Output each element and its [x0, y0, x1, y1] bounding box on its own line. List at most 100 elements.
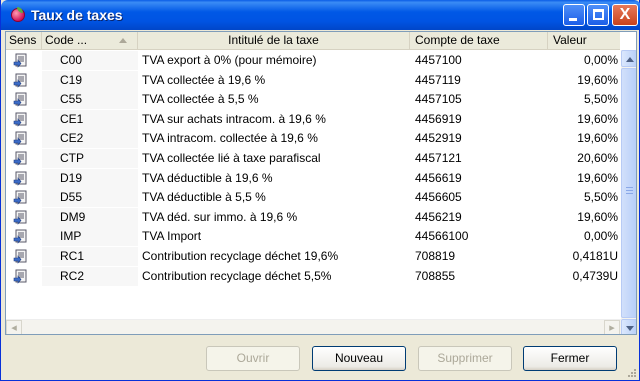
cell-label: TVA intracom. collectée à 19,6 %	[142, 131, 318, 146]
tax-direction-icon	[13, 53, 29, 68]
table-row[interactable]: RC1 Contribution recyclage déchet 19,6% 70…	[6, 247, 620, 266]
close-icon: X	[619, 6, 631, 23]
table-row[interactable]: C19 TVA collectée à 19,6 % 4457119 19,60%	[6, 70, 620, 90]
column-header-value[interactable]: Valeur	[548, 32, 620, 50]
resize-grip-icon[interactable]	[627, 368, 637, 378]
tax-direction-icon	[13, 151, 29, 166]
cell-label: Contribution recyclage déchet 19,6%	[142, 249, 339, 263]
scroll-left-button[interactable]: ◂	[6, 320, 22, 334]
table-row[interactable]: IMP TVA Import 44566100 0,00%	[6, 227, 620, 247]
table-row[interactable]: CTP TVA collectée lié à taxe parafiscal 44…	[6, 149, 620, 168]
cell-code: DM9	[42, 207, 138, 227]
column-header-label[interactable]: Intitulé de la taxe	[138, 32, 410, 50]
tax-direction-icon	[13, 171, 29, 186]
maximize-button[interactable]	[587, 4, 609, 26]
delete-button[interactable]: Supprimer	[418, 346, 512, 371]
cell-account: 4456605	[415, 190, 462, 205]
tax-direction-icon	[13, 249, 29, 264]
cell-value: 5,50%	[583, 92, 618, 107]
table-row[interactable]: CE2 TVA intracom. collectée à 19,6 % 44529…	[6, 129, 620, 149]
cell-account: 4456219	[415, 209, 462, 224]
cell-account: 4452919	[415, 131, 462, 146]
cell-code: RC1	[42, 247, 138, 266]
table-row[interactable]: C00 TVA export à 0% (pour mémoire) 4457100…	[6, 51, 620, 70]
cell-label: TVA collectée à 5,5 %	[142, 92, 259, 107]
cell-code: C00	[42, 51, 138, 70]
title-bar[interactable]: Taux de taxes X	[1, 0, 640, 30]
cell-account: 44566100	[415, 229, 469, 244]
grip-line	[626, 190, 633, 191]
table-row[interactable]: C55 TVA collectée à 5,5 % 4457105 5,50%	[6, 90, 620, 110]
column-header-account[interactable]: Compte de taxe	[410, 32, 548, 50]
vertical-scrollbar[interactable]	[621, 50, 636, 334]
horizontal-scrollbar[interactable]: ◂ ▸	[6, 319, 621, 334]
arrow-left-icon: ◂	[11, 322, 17, 334]
grip-line	[626, 193, 633, 194]
table-row[interactable]: RC2 Contribution recyclage déchet 5,5% 708…	[6, 266, 620, 286]
open-button[interactable]: Ouvrir	[206, 346, 300, 371]
arrow-right-icon: ▸	[609, 322, 615, 334]
close-button[interactable]: Fermer	[523, 346, 617, 371]
table-row[interactable]: CE1 TVA sur achats intracom. à 19,6 % 4456…	[6, 109, 620, 129]
arrow-up-icon	[626, 57, 634, 62]
sort-ascending-icon	[119, 38, 127, 43]
cell-code: D55	[42, 188, 138, 208]
scroll-down-button[interactable]	[621, 319, 636, 334]
table-header: Sens Code ... Intitulé de la taxe Compte…	[6, 32, 620, 50]
table-row[interactable]: D55 TVA déductible à 5,5 % 4456605 5,50%	[6, 188, 620, 208]
tax-direction-icon	[13, 210, 29, 225]
cell-value: 19,60%	[577, 111, 618, 126]
minimize-button[interactable]	[563, 4, 585, 26]
cell-code: CE2	[42, 129, 138, 149]
cell-value: 0,4181U	[572, 249, 618, 263]
app-icon	[11, 7, 25, 22]
grip-line	[626, 187, 633, 188]
cell-account: 708819	[415, 249, 456, 263]
cell-label: TVA sur achats intracom. à 19,6 %	[142, 111, 326, 126]
new-button[interactable]: Nouveau	[312, 346, 406, 371]
cell-value: 19,60%	[577, 131, 618, 146]
tax-direction-icon	[13, 112, 29, 127]
scroll-right-button[interactable]: ▸	[604, 320, 620, 334]
table-row[interactable]: D19 TVA déductible à 19,6 % 4456619 19,60%	[6, 168, 620, 188]
cell-value: 0,4739U	[572, 268, 618, 283]
cell-value: 19,60%	[577, 170, 618, 185]
tax-direction-icon	[13, 190, 29, 205]
cell-code: CE1	[42, 109, 138, 129]
tax-table[interactable]: Sens Code ... Intitulé de la taxe Compte…	[5, 31, 637, 335]
cell-value: 19,60%	[577, 209, 618, 224]
scroll-up-button[interactable]	[621, 50, 636, 67]
cell-code: IMP	[42, 227, 138, 247]
cell-label: TVA collectée lié à taxe parafiscal	[142, 151, 321, 165]
cell-code: C19	[42, 70, 138, 90]
cell-value: 20,60%	[577, 151, 618, 165]
cell-code: C55	[42, 90, 138, 110]
cell-account: 708855	[415, 268, 456, 283]
column-header-code-label: Code ...	[45, 33, 88, 47]
cell-account: 4456619	[415, 170, 462, 185]
column-header-sens[interactable]: Sens	[6, 32, 42, 50]
cell-account: 4457121	[415, 151, 462, 165]
cell-label: TVA déd. sur immo. à 19,6 %	[142, 209, 298, 224]
cell-label: TVA déductible à 5,5 %	[142, 190, 266, 205]
arrow-down-icon	[626, 326, 634, 331]
cell-value: 0,00%	[583, 229, 618, 244]
cell-label: TVA Import	[142, 229, 202, 244]
cell-label: TVA export à 0% (pour mémoire)	[142, 53, 317, 67]
cell-code: D19	[42, 168, 138, 188]
cell-account: 4457105	[415, 92, 462, 107]
tax-direction-icon	[13, 131, 29, 147]
cell-account: 4457119	[415, 72, 461, 87]
column-header-code[interactable]: Code ...	[42, 32, 138, 50]
close-window-button[interactable]: X	[612, 4, 638, 26]
tax-direction-icon	[13, 229, 29, 245]
cell-label: TVA collectée à 19,6 %	[142, 72, 266, 87]
cell-code: RC2	[42, 266, 138, 286]
scroll-thumb[interactable]	[621, 68, 636, 318]
cell-code: CTP	[42, 149, 138, 168]
tax-direction-icon	[13, 73, 29, 88]
tax-direction-icon	[13, 92, 29, 107]
cell-value: 0,00%	[583, 53, 618, 67]
cell-label: TVA déductible à 19,6 %	[142, 170, 273, 185]
table-row[interactable]: DM9 TVA déd. sur immo. à 19,6 % 4456219 19,…	[6, 207, 620, 227]
